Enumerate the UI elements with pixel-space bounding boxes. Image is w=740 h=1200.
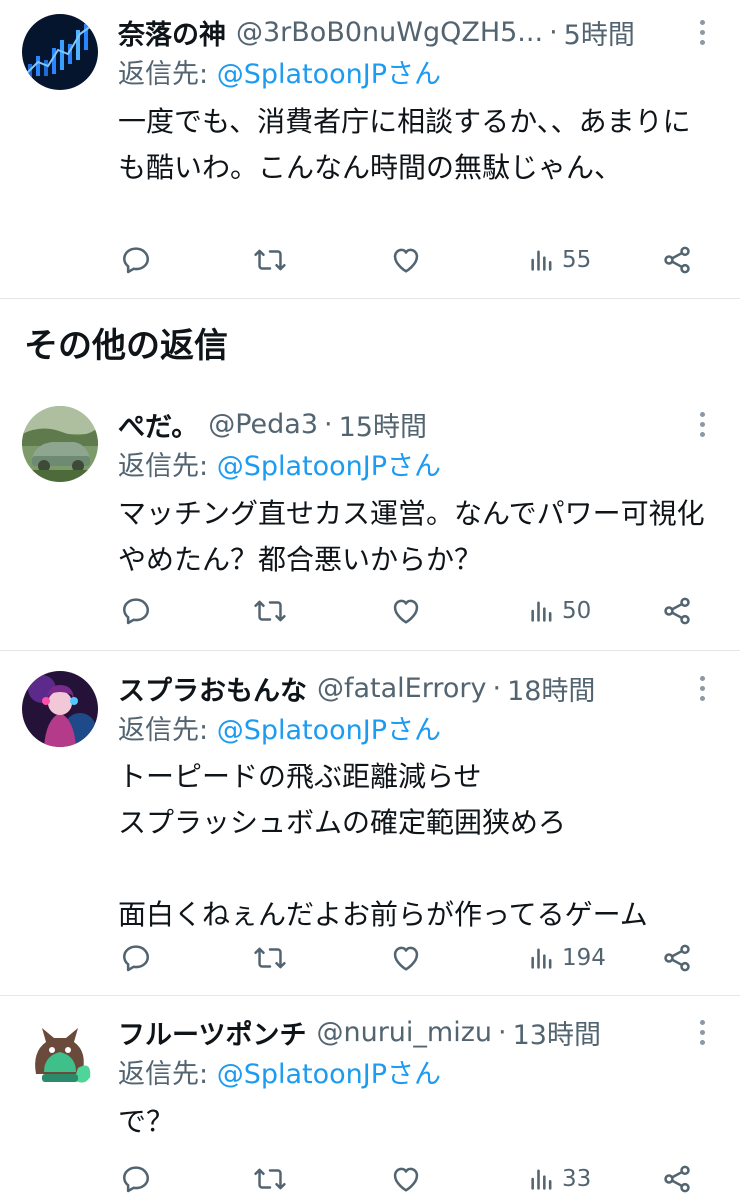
reply-to: 返信先: @SplatoonJPさん	[118, 55, 441, 95]
more-options-icon[interactable]	[692, 671, 712, 705]
reply-to-mention[interactable]: @SplatoonJPさん	[217, 715, 441, 746]
retweet-button[interactable]	[253, 1159, 287, 1199]
reply-to-label: 返信先:	[118, 1059, 209, 1090]
retweet-button[interactable]	[253, 591, 287, 631]
reply-to-mention[interactable]: @SplatoonJPさん	[217, 451, 441, 482]
action-bar: 194	[0, 938, 740, 978]
share-icon	[664, 597, 690, 625]
reply-icon	[123, 247, 150, 274]
tweet[interactable]: ぺだ。 @Peda3 · 15時間 返信先: @SplatoonJPさん マッチ…	[0, 390, 740, 650]
tweet-text: マッチング直せカス運営。なんでパワー可視化やめたん？都合悪いからか？	[118, 497, 705, 576]
handle[interactable]: @Peda3	[208, 409, 318, 440]
reply-to: 返信先: @SplatoonJPさん	[118, 711, 441, 751]
share-button[interactable]	[661, 938, 693, 978]
avatar[interactable]	[22, 671, 98, 747]
action-bar: 33	[0, 1159, 740, 1199]
bar-chart-icon	[531, 948, 552, 969]
views-count: 50	[562, 598, 592, 624]
retweet-button[interactable]	[253, 240, 287, 280]
reply-to: 返信先: @SplatoonJPさん	[118, 447, 441, 487]
views-button[interactable]: 33	[528, 1159, 591, 1199]
views-button[interactable]: 194	[528, 938, 606, 978]
bar-chart-icon	[531, 601, 552, 622]
retweet-icon	[254, 249, 286, 271]
reply-button[interactable]	[120, 938, 152, 978]
more-options-icon[interactable]	[692, 15, 712, 49]
tweet-text: トーピードの飛ぶ距離減らせ スプラッシュボムの確定範囲狭めろ 面白くねぇんだよお…	[118, 760, 648, 931]
tweet-header: フルーツポンチ @nurui_mizu · 13時間	[118, 1012, 680, 1052]
bar-chart-icon	[531, 1169, 552, 1190]
tweet-header: スプラおもんな @fatalErrory · 18時間	[118, 668, 680, 708]
like-button[interactable]	[390, 240, 422, 280]
retweet-button[interactable]	[253, 938, 287, 978]
like-button[interactable]	[390, 938, 422, 978]
reply-to-label: 返信先:	[118, 59, 209, 90]
views-count: 55	[562, 247, 592, 273]
reply-icon	[123, 1166, 150, 1193]
reply-button[interactable]	[120, 240, 152, 280]
display-name[interactable]: スプラおもんな	[118, 669, 307, 708]
tweet[interactable]: フルーツポンチ @nurui_mizu · 13時間 返信先: @Splatoo…	[0, 996, 740, 1200]
timestamp[interactable]: 5時間	[564, 13, 635, 52]
avatar[interactable]	[22, 1016, 98, 1092]
timestamp[interactable]: 18時間	[507, 669, 595, 708]
display-name[interactable]: フルーツポンチ	[118, 1013, 306, 1052]
heart-icon	[393, 946, 419, 971]
timestamp[interactable]: 15時間	[339, 405, 427, 444]
tweet[interactable]: スプラおもんな @fatalErrory · 18時間 返信先: @Splato…	[0, 651, 740, 995]
avatar[interactable]	[22, 14, 98, 90]
display-name[interactable]: 奈落の神	[118, 13, 226, 52]
views-count: 194	[562, 945, 606, 971]
handle[interactable]: @fatalErrory	[317, 673, 486, 704]
reply-button[interactable]	[120, 591, 152, 631]
more-options-icon[interactable]	[692, 1015, 712, 1049]
tweet[interactable]: 奈落の神 @3rBoB0nuWgQZH5... · 5時間 返信先: @Spla…	[0, 0, 740, 298]
separator-dot: ·	[492, 672, 502, 704]
share-button[interactable]	[661, 240, 693, 280]
separator-dot: ·	[498, 1016, 507, 1048]
heart-icon	[393, 248, 419, 273]
share-icon	[664, 246, 690, 274]
tweet-header: ぺだ。 @Peda3 · 15時間	[118, 404, 680, 444]
views-count: 33	[562, 1166, 592, 1192]
display-name[interactable]: ぺだ。	[118, 405, 198, 444]
heart-icon	[393, 1167, 419, 1192]
reply-to-label: 返信先:	[118, 451, 209, 482]
action-bar: 55	[0, 240, 740, 280]
separator-dot: ·	[549, 16, 558, 48]
avatar[interactable]	[22, 406, 98, 482]
timestamp[interactable]: 13時間	[513, 1013, 601, 1052]
reply-icon	[123, 598, 150, 625]
separator-dot: ·	[324, 408, 333, 440]
section-title: その他の返信	[24, 326, 228, 366]
like-button[interactable]	[390, 591, 422, 631]
tweet-text: 一度でも、消費者庁に相談するか、、あまりにも酷いわ。こんなん時間の無駄じゃん、	[118, 105, 691, 184]
tweet-header: 奈落の神 @3rBoB0nuWgQZH5... · 5時間	[118, 12, 680, 52]
reply-to: 返信先: @SplatoonJPさん	[118, 1055, 441, 1095]
divider	[0, 298, 740, 299]
reply-to-mention[interactable]: @SplatoonJPさん	[217, 1059, 441, 1090]
share-icon	[664, 944, 690, 972]
like-button[interactable]	[390, 1159, 422, 1199]
bar-chart-icon	[531, 250, 552, 271]
handle[interactable]: @3rBoB0nuWgQZH5...	[236, 17, 543, 48]
handle[interactable]: @nurui_mizu	[316, 1017, 492, 1048]
retweet-icon	[254, 947, 286, 969]
reply-to-label: 返信先:	[118, 715, 209, 746]
views-button[interactable]: 55	[528, 240, 591, 280]
retweet-icon	[254, 1168, 286, 1190]
share-button[interactable]	[661, 591, 693, 631]
reply-to-mention[interactable]: @SplatoonJPさん	[217, 59, 441, 90]
reply-button[interactable]	[120, 1159, 152, 1199]
action-bar: 50	[0, 591, 740, 631]
views-button[interactable]: 50	[528, 591, 591, 631]
tweet-text: で？	[118, 1105, 175, 1138]
share-icon	[664, 1165, 690, 1193]
retweet-icon	[254, 600, 286, 622]
share-button[interactable]	[661, 1159, 693, 1199]
heart-icon	[393, 599, 419, 624]
more-options-icon[interactable]	[692, 407, 712, 441]
reply-icon	[123, 945, 150, 972]
